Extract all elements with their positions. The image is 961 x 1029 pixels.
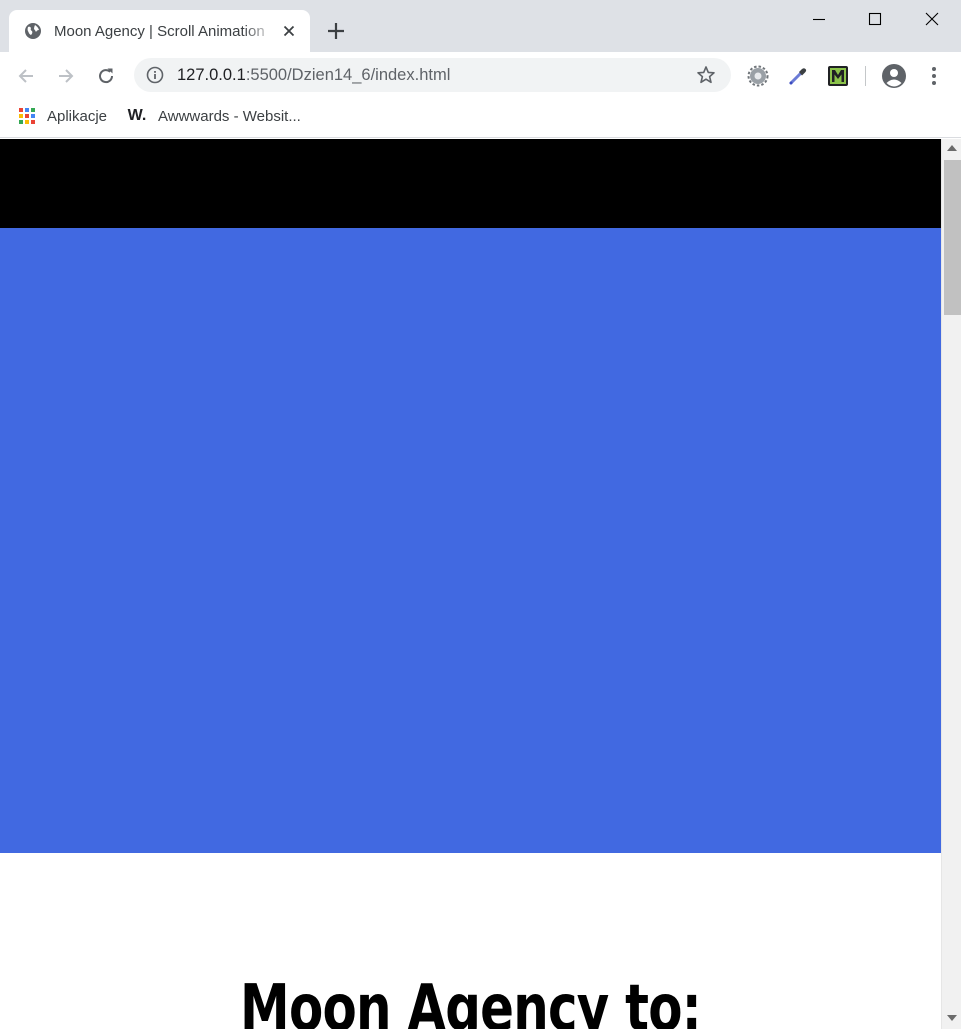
page-header-bar [0,139,941,228]
maximize-button[interactable] [846,0,904,38]
maximize-icon [868,12,882,26]
gear-extension-icon[interactable] [744,62,772,90]
bookmark-awwwards[interactable]: W. Awwwards - Websit... [127,106,301,126]
url-text[interactable]: 127.0.0.1:5500/Dzien14_6/index.html [177,65,450,85]
reload-button[interactable] [92,62,120,90]
back-button[interactable] [12,62,40,90]
url-host: 127.0.0.1 [177,66,246,84]
active-tab[interactable]: Moon Agency | Scroll Animation [9,10,310,52]
scrollbar-thumb[interactable] [944,160,961,315]
awwwards-w-icon: W. [127,107,147,124]
section-headline: Moon Agency to: [240,972,702,1029]
toolbar-separator [865,66,866,86]
vertical-scrollbar[interactable] [941,139,961,1029]
tab-strip: Moon Agency | Scroll Animation [0,0,961,52]
account-icon[interactable] [880,62,908,90]
address-bar[interactable]: 127.0.0.1:5500/Dzien14_6/index.html [134,58,731,92]
bookmark-label: Aplikacje [47,107,108,125]
url-path: :5500/Dzien14_6/index.html [245,66,451,84]
bookmark-label: Awwwards - Websit... [158,107,301,125]
forward-button[interactable] [52,62,80,90]
arrow-left-icon [18,69,33,83]
star-icon[interactable] [696,65,716,85]
globe-icon [24,22,42,40]
new-tab-button[interactable] [324,19,348,43]
minimize-icon [813,18,825,21]
browser-toolbar: 127.0.0.1:5500/Dzien14_6/index.html [0,52,961,98]
scroll-up-arrow-icon[interactable] [947,145,957,151]
info-icon[interactable] [146,66,164,84]
reload-icon [99,68,114,84]
window-close-icon [925,12,939,26]
eyedropper-extension-icon[interactable] [784,62,812,90]
m-extension-icon[interactable] [824,62,852,90]
bookmarks-bar: Aplikacje W. Awwwards - Websit... [0,98,961,138]
bookmark-apps[interactable]: Aplikacje [18,106,107,126]
more-vert-icon[interactable] [920,62,948,90]
window-close-button[interactable] [903,0,961,38]
close-icon[interactable] [280,22,298,40]
minimize-button[interactable] [790,0,848,38]
hero-section [0,228,941,853]
tab-title: Moon Agency | Scroll Animation [54,23,265,40]
scroll-down-arrow-icon[interactable] [947,1015,957,1021]
page-viewport: Moon Agency to: [0,139,941,1029]
plus-icon [328,23,344,39]
apps-grid-icon [18,107,36,125]
arrow-right-icon [59,69,74,83]
